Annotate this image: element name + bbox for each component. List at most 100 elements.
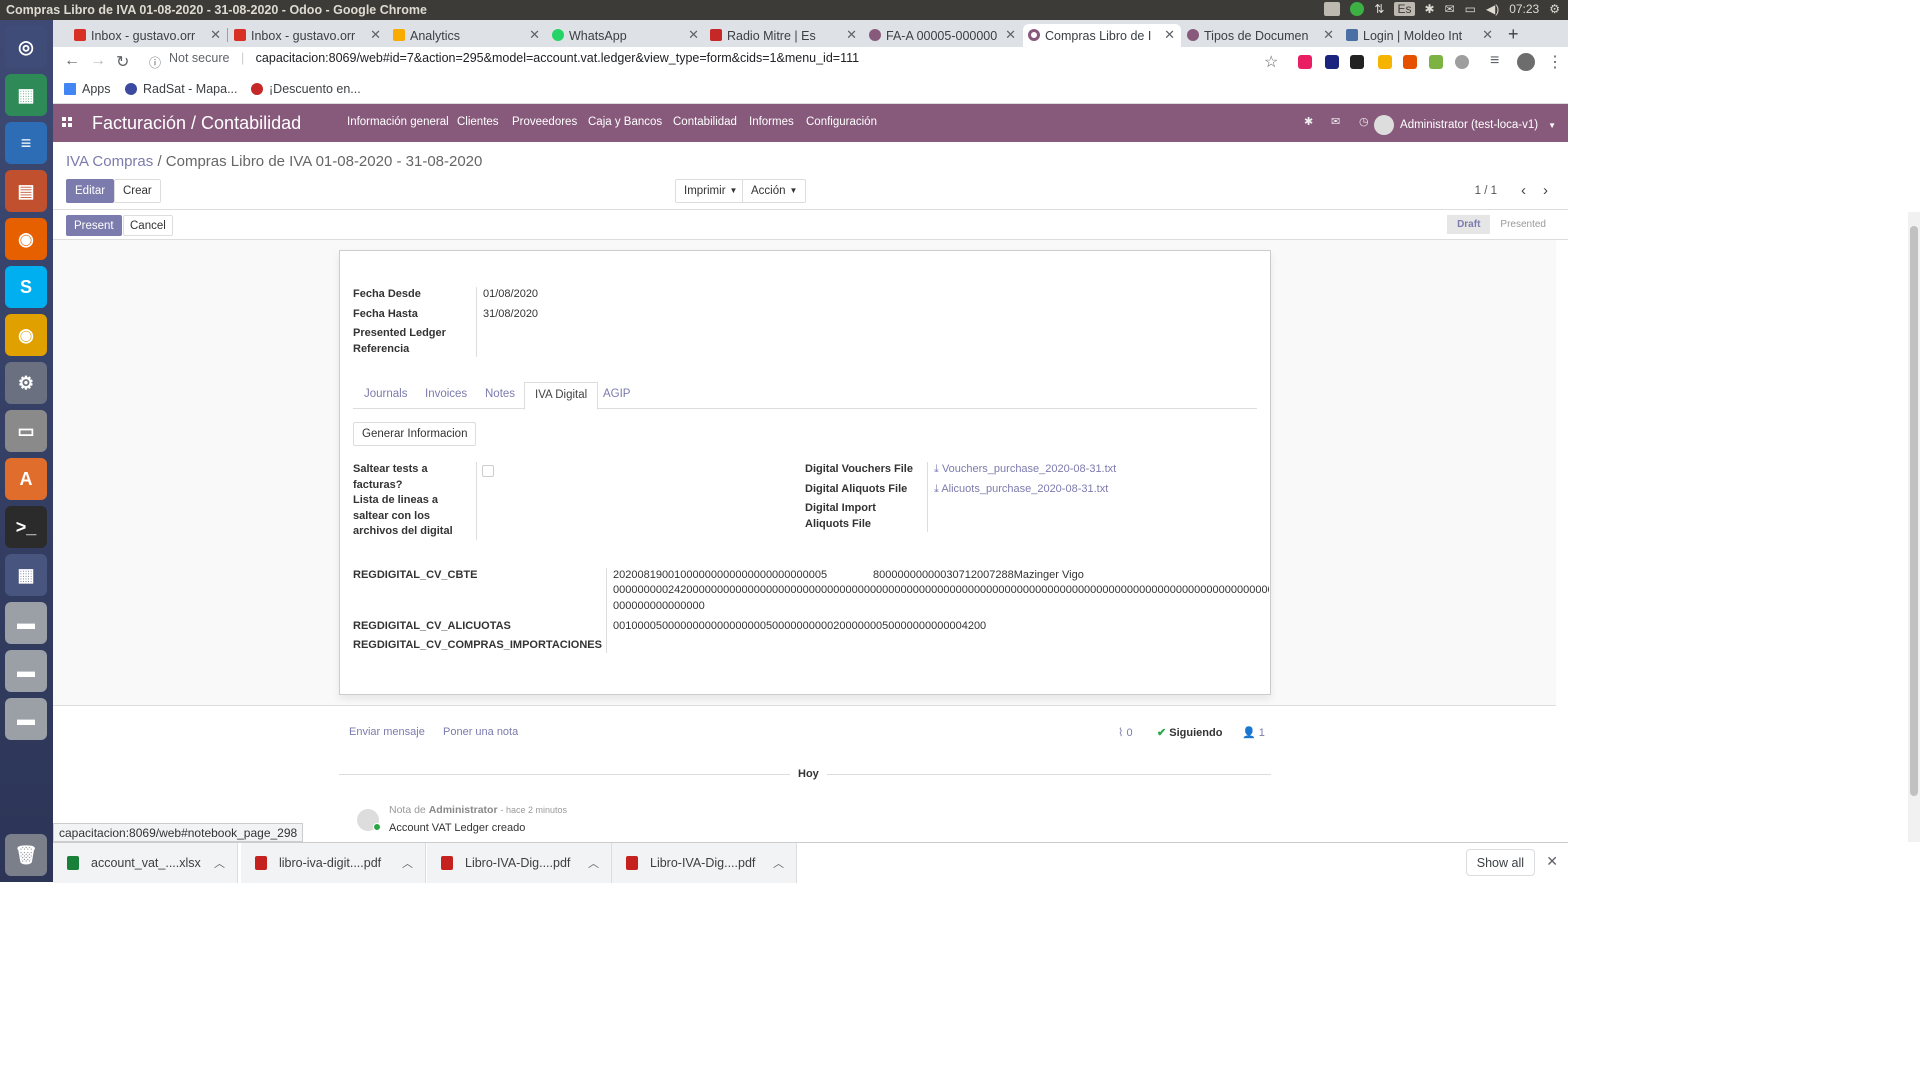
back-arrow-icon[interactable]: ←	[64, 52, 80, 70]
browser-tab[interactable]: Inbox - gustavo.orr ✕	[229, 24, 387, 47]
extension-icon[interactable]	[1350, 55, 1364, 69]
download-item[interactable]: account_vat_....xlsx ︿	[53, 843, 238, 883]
drive-icon-2[interactable]: ▬	[5, 650, 47, 692]
tab-agip[interactable]: AGIP	[603, 388, 630, 400]
chrome-menu-icon[interactable]: ⋮	[1547, 52, 1563, 72]
app-title[interactable]: Facturación / Contabilidad	[92, 113, 301, 134]
browser-tab[interactable]: WhatsApp ✕	[547, 24, 705, 47]
ubuntu-dash-icon[interactable]: ◎	[5, 26, 47, 68]
status-draft[interactable]: Draft	[1447, 215, 1491, 234]
browser-tab[interactable]: Analytics ✕	[388, 24, 546, 47]
media-controls-icon[interactable]: ≡	[1490, 52, 1499, 70]
pager-next-icon[interactable]: ›	[1543, 182, 1548, 199]
extension-icon[interactable]	[1429, 55, 1443, 69]
send-message-button[interactable]: Enviar mensaje	[349, 726, 425, 738]
follow-button[interactable]: ✔ Siguiendo	[1157, 726, 1222, 739]
extension-icon[interactable]	[1378, 55, 1392, 69]
workspace-switcher-icon[interactable]: ▦	[5, 554, 47, 596]
download-item[interactable]: Libro-IVA-Dig....pdf ︿	[427, 843, 612, 883]
action-dropdown[interactable]: Acción ▼	[742, 179, 807, 203]
extension-icon[interactable]	[1403, 55, 1417, 69]
close-tab-icon[interactable]: ✕	[370, 27, 381, 43]
note-author[interactable]: Administrator	[429, 804, 498, 816]
dropbox-icon[interactable]	[1324, 2, 1341, 16]
pager-value[interactable]: 1 / 1	[1475, 185, 1497, 197]
close-tab-icon[interactable]: ✕	[1482, 27, 1493, 43]
scrollbar-thumb[interactable]	[1910, 226, 1918, 796]
bookmark-star-icon[interactable]: ☆	[1264, 52, 1278, 72]
close-tab-icon[interactable]: ✕	[529, 27, 540, 43]
network-icon[interactable]: ⇅	[1374, 2, 1384, 16]
files-icon[interactable]: ▭	[5, 410, 47, 452]
edit-button[interactable]: Editar	[66, 179, 115, 203]
bluetooth-icon[interactable]: ✱	[1425, 2, 1435, 16]
mail-icon[interactable]: ✉	[1445, 2, 1455, 16]
browser-tab[interactable]: Radio Mitre | Es ✕	[705, 24, 863, 47]
close-icon[interactable]: ✕	[1546, 853, 1558, 870]
tab-journals[interactable]: Journals	[364, 388, 407, 400]
breadcrumb-parent[interactable]: IVA Compras	[66, 153, 153, 170]
impress-app-icon[interactable]: ▤	[5, 170, 47, 212]
menu-clientes[interactable]: Clientes	[457, 116, 499, 128]
create-button[interactable]: Crear	[114, 179, 161, 203]
close-tab-icon[interactable]: ✕	[1164, 27, 1175, 43]
pager-previous-icon[interactable]: ‹	[1521, 182, 1526, 199]
generate-info-button[interactable]: Generar Informacion	[353, 422, 477, 446]
download-item[interactable]: libro-iva-digit....pdf ︿	[241, 843, 426, 883]
extension-icon[interactable]	[1325, 55, 1339, 69]
terminal-icon[interactable]: >_	[5, 506, 47, 548]
apps-menu-icon[interactable]	[62, 117, 72, 127]
bookmark-radsat[interactable]: RadSat - Mapa...	[125, 82, 238, 96]
attachments-button[interactable]: ⌇ 0	[1118, 726, 1133, 739]
clock[interactable]: 07:23	[1509, 2, 1539, 16]
debug-bug-icon[interactable]: ✱	[1304, 115, 1316, 128]
present-button[interactable]: Present	[66, 215, 122, 236]
forward-arrow-icon[interactable]: →	[90, 52, 106, 70]
spreadsheet-app-icon[interactable]: ▦	[5, 74, 47, 116]
tab-invoices[interactable]: Invoices	[425, 388, 467, 400]
browser-tab[interactable]: Inbox - gustavo.orr ✕	[69, 24, 227, 47]
system-settings-icon[interactable]: ⚙	[5, 362, 47, 404]
menu-configuracion[interactable]: Configuración	[806, 116, 877, 128]
chevron-up-icon[interactable]: ︿	[214, 855, 225, 871]
cancel-button[interactable]: Cancel	[123, 215, 173, 236]
print-dropdown[interactable]: Imprimir ▼	[675, 179, 747, 203]
chevron-up-icon[interactable]: ︿	[773, 855, 784, 871]
firefox-icon[interactable]: ◉	[5, 218, 47, 260]
browser-tab[interactable]: Tipos de Documen ✕	[1182, 24, 1340, 47]
extension-icon[interactable]	[1455, 55, 1469, 69]
skip-tests-checkbox[interactable]	[482, 465, 494, 477]
chrome-icon[interactable]: ◉	[5, 314, 47, 356]
activity-clock-icon[interactable]: ◷	[1359, 115, 1371, 128]
vouchers-file-link[interactable]: ⤓ Vouchers_purchase_2020-08-31.txt	[934, 463, 1116, 476]
bookmark-apps[interactable]: Apps	[64, 82, 111, 96]
drive-icon-3[interactable]: ▬	[5, 698, 47, 740]
battery-icon[interactable]: ▭	[1465, 2, 1476, 16]
close-tab-icon[interactable]: ✕	[1005, 27, 1016, 43]
menu-informacion-general[interactable]: Información general	[347, 116, 449, 128]
status-presented[interactable]: Presented	[1490, 215, 1556, 234]
bookmark-descuento[interactable]: ¡Descuento en...	[251, 82, 361, 96]
close-tab-icon[interactable]: ✕	[846, 27, 857, 43]
drive-icon[interactable]: ▬	[5, 602, 47, 644]
menu-informes[interactable]: Informes	[749, 116, 794, 128]
software-center-icon[interactable]: A	[5, 458, 47, 500]
messaging-icon[interactable]: ✉	[1331, 115, 1343, 128]
extension-icon[interactable]	[1298, 55, 1312, 69]
trash-icon[interactable]: 🗑	[5, 834, 47, 876]
address-bar[interactable]: Not secure | capacitacion:8069/web#id=7&…	[169, 51, 859, 65]
reload-icon[interactable]: ↻	[116, 52, 129, 72]
menu-contabilidad[interactable]: Contabilidad	[673, 116, 737, 128]
close-tab-icon[interactable]: ✕	[210, 27, 221, 43]
followers-button[interactable]: 👤 1	[1242, 726, 1265, 739]
sync-check-icon[interactable]	[1350, 2, 1365, 16]
user-menu[interactable]: Administrator (test-loca-v1) ▼	[1374, 115, 1556, 135]
browser-tab[interactable]: Login | Moldeo Int ✕	[1341, 24, 1499, 47]
log-note-button[interactable]: Poner una nota	[443, 726, 518, 738]
page-scrollbar[interactable]	[1908, 212, 1920, 842]
browser-tab[interactable]: FA-A 00005-000000 ✕	[864, 24, 1022, 47]
close-tab-icon[interactable]: ✕	[688, 27, 699, 43]
skype-icon[interactable]: S	[5, 266, 47, 308]
menu-proveedores[interactable]: Proveedores	[512, 116, 577, 128]
close-tab-icon[interactable]: ✕	[1323, 27, 1334, 43]
